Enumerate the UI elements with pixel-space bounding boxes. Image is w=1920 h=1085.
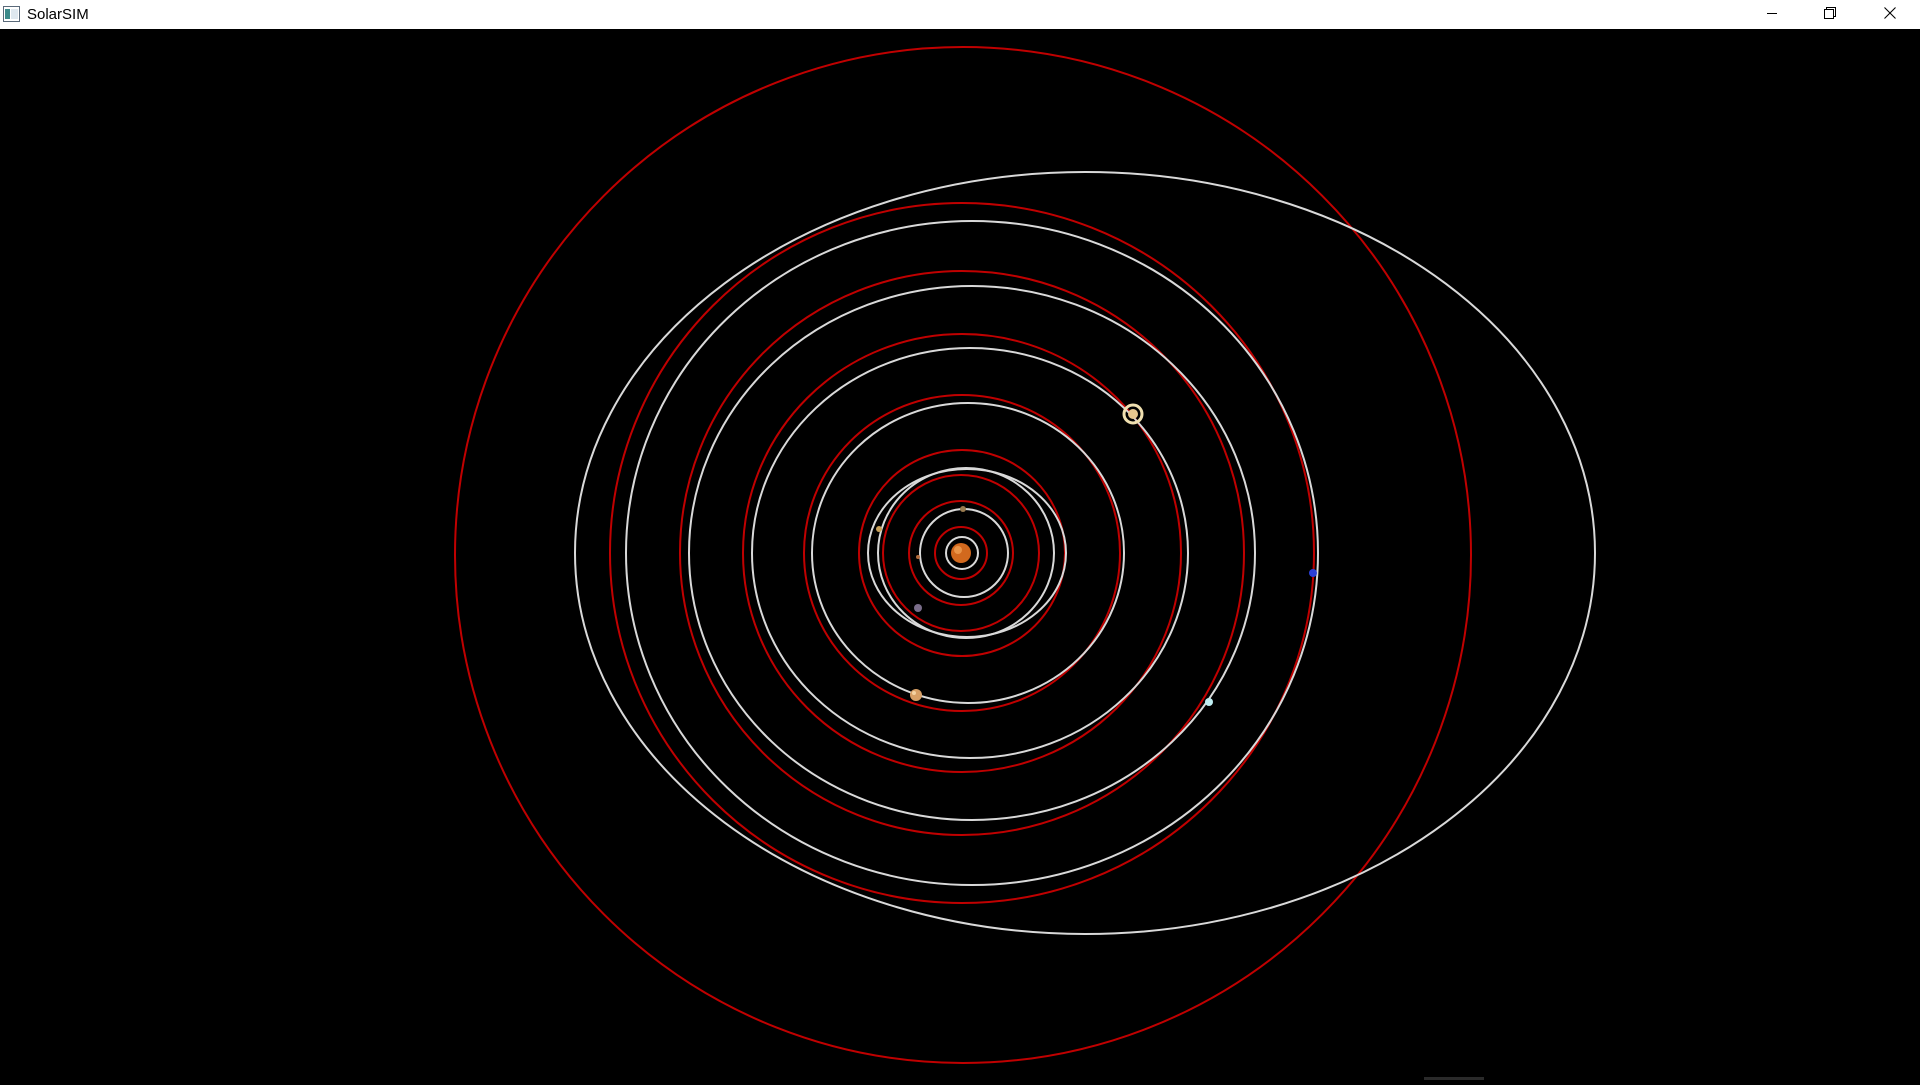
planet-earth[interactable] (914, 604, 922, 612)
planet-neptune[interactable] (1309, 569, 1317, 577)
planet-venus[interactable] (876, 526, 882, 532)
sun[interactable] (951, 543, 971, 563)
minimize-icon (1766, 6, 1778, 24)
restore-icon (1824, 6, 1836, 24)
planet-mars[interactable] (916, 555, 920, 559)
solarsim-window: SolarSIM (0, 0, 1920, 1080)
orbit-canvas[interactable] (0, 29, 1920, 1080)
planet-saturn[interactable] (1122, 403, 1144, 425)
planet-mercury[interactable] (960, 506, 966, 512)
window-title: SolarSIM (27, 6, 89, 23)
planet-jupiter[interactable] (910, 689, 922, 701)
minimize-button[interactable] (1743, 0, 1801, 29)
title-bar[interactable]: SolarSIM (0, 0, 1920, 29)
close-icon (1883, 6, 1896, 24)
trail-orbit-9 (574, 171, 1596, 935)
close-button[interactable] (1859, 0, 1920, 29)
maximize-button[interactable] (1801, 0, 1859, 29)
trail-orbit-7 (688, 285, 1256, 821)
planet-uranus[interactable] (1205, 698, 1213, 706)
solarsim-app-icon[interactable] (3, 6, 20, 22)
trail-orbits (574, 171, 1596, 935)
simulation-viewport[interactable] (0, 29, 1920, 1080)
trail-orbit-8 (625, 220, 1319, 886)
